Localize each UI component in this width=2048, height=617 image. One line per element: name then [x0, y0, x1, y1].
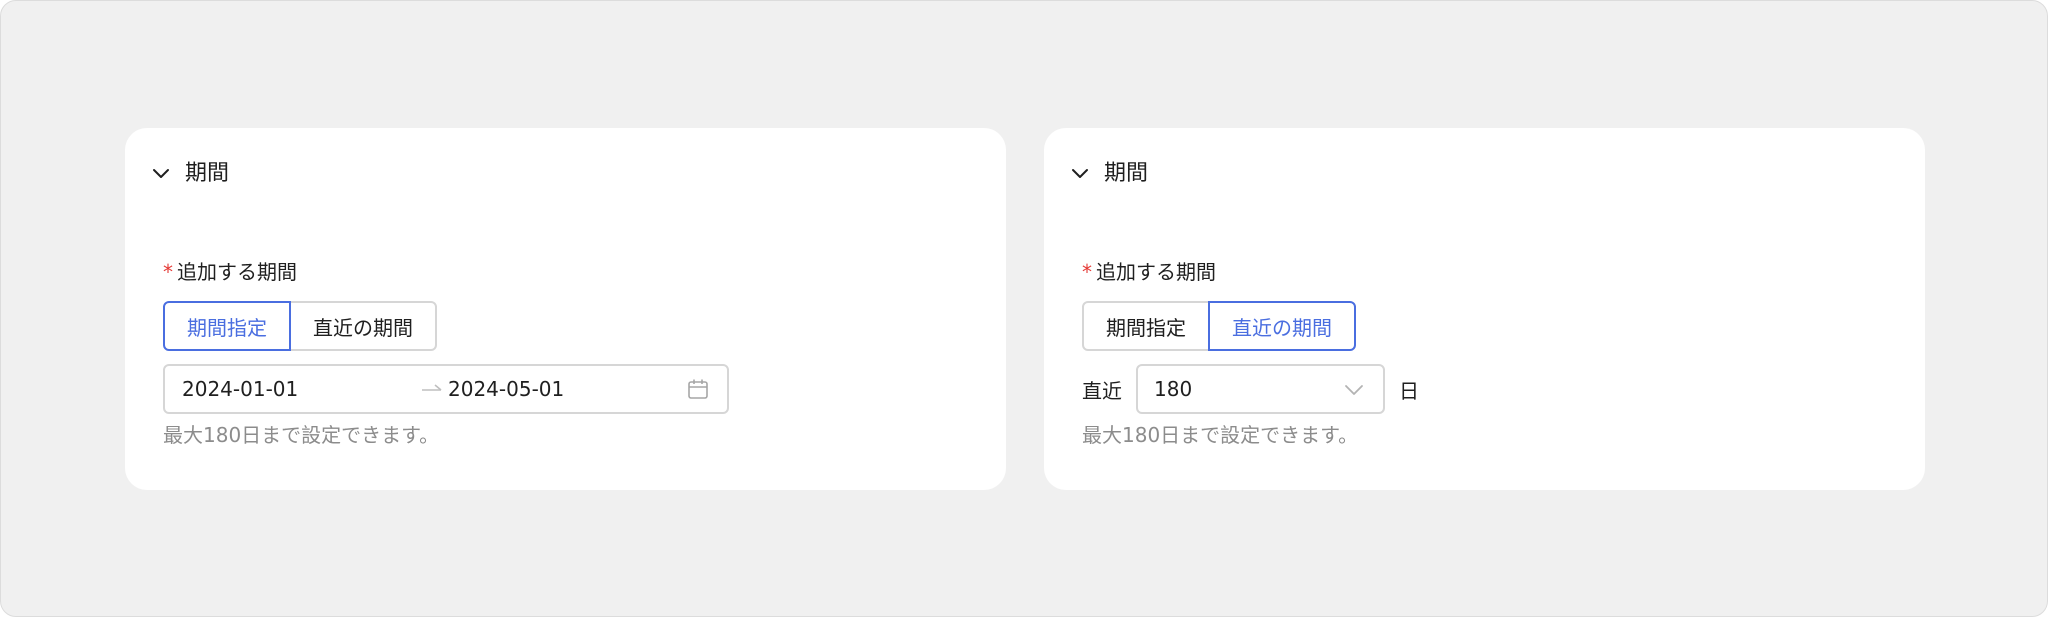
tab-recent-period[interactable]: 直近の期間	[289, 301, 437, 351]
calendar-icon[interactable]	[687, 378, 709, 400]
period-hint: 最大180日まで設定できます。	[1082, 423, 1359, 447]
recent-days-value: 180	[1154, 377, 1193, 401]
date-range-picker[interactable]	[163, 364, 729, 414]
recent-prefix-label: 直近	[1082, 378, 1122, 403]
period-hint: 最大180日まで設定できます。	[163, 423, 440, 447]
period-section-toggle[interactable]: 期間	[151, 158, 229, 190]
start-date-input[interactable]	[182, 377, 402, 401]
section-title: 期間	[1104, 161, 1149, 186]
canvas: 期間 *追加する期間 期間指定 直近の期間 最大180日まで設定できます。	[0, 0, 2048, 617]
section-title: 期間	[185, 161, 230, 186]
recent-period-row: 直近 180 日	[1082, 364, 1419, 414]
period-section-toggle[interactable]: 期間	[1070, 158, 1148, 190]
required-mark: *	[163, 260, 173, 284]
arrow-right-icon	[422, 384, 442, 391]
chevron-down-icon	[1072, 169, 1088, 178]
field-label: * 追加する期間	[1082, 258, 1216, 286]
period-mode-tabs: 期間指定 直近の期間	[163, 301, 437, 351]
period-mode-tabs: 期間指定 直近の期間	[1082, 301, 1356, 351]
field-label-text: 追加する期間	[1096, 260, 1216, 284]
field-label: * 追加する期間	[163, 258, 297, 286]
period-card-date-range: 期間 *追加する期間 期間指定 直近の期間 最大180日まで設定できます。	[125, 128, 1006, 490]
chevron-down-icon	[1345, 385, 1363, 395]
field-label-text: 追加する期間	[177, 260, 297, 284]
tab-specify-period[interactable]: 期間指定	[1082, 301, 1210, 351]
recent-days-select[interactable]: 180	[1136, 364, 1385, 414]
chevron-down-icon	[153, 169, 169, 178]
end-date-input[interactable]	[448, 377, 668, 401]
required-mark: *	[1082, 260, 1092, 284]
period-card-recent: 期間 * 追加する期間 期間指定 直近の期間 直近 180 日 最大180日まで設…	[1044, 128, 1925, 490]
tab-specify-period[interactable]: 期間指定	[163, 301, 291, 351]
recent-days-unit: 日	[1399, 378, 1419, 403]
tab-recent-period[interactable]: 直近の期間	[1208, 301, 1356, 351]
